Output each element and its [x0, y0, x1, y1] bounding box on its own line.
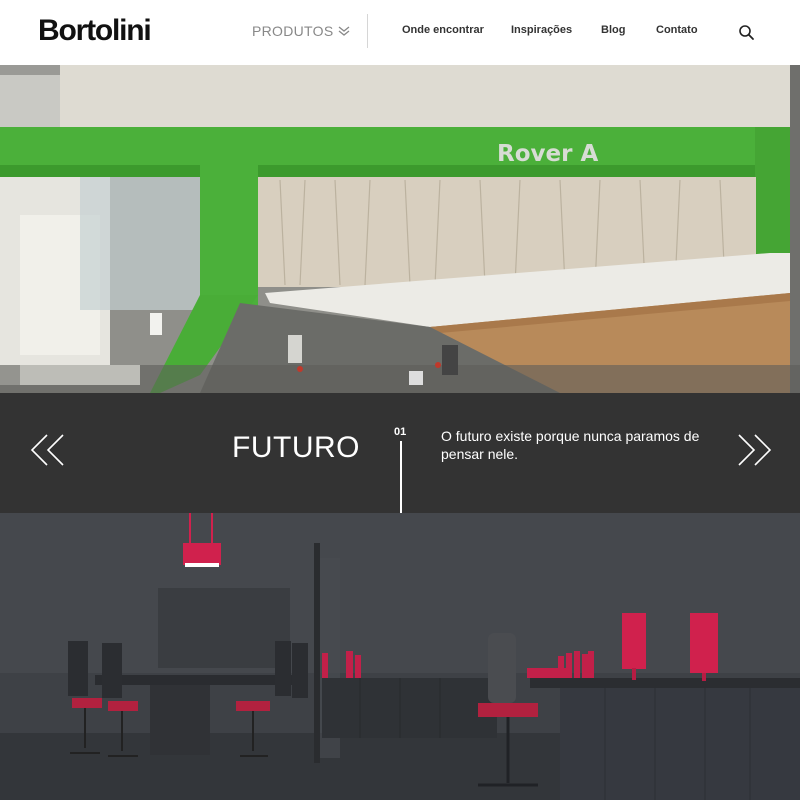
nav-contato[interactable]: Contato — [656, 24, 698, 36]
search-icon — [739, 25, 754, 40]
search-button[interactable] — [738, 24, 755, 41]
office-banner — [0, 513, 800, 800]
machine-label: Rover A — [497, 141, 598, 167]
nav-blog[interactable]: Blog — [601, 24, 625, 36]
slider-next-button[interactable] — [736, 433, 772, 467]
slider-prev-button[interactable] — [30, 433, 66, 467]
nav-inspiracoes[interactable]: Inspirações — [511, 24, 572, 36]
double-chevron-left-icon — [30, 434, 64, 466]
hero-machine-image: Rover A — [0, 65, 800, 393]
nav-onde-encontrar[interactable]: Onde encontrar — [402, 24, 484, 36]
slider-caption-bar: FUTURO 01 O futuro existe porque nunca p… — [0, 393, 800, 513]
logo[interactable]: Bortolini — [38, 14, 152, 48]
nav-divider — [367, 14, 368, 48]
produtos-label: PRODUTOS — [252, 23, 334, 39]
hero-banner: Rover A — [0, 65, 800, 393]
office-scene-image — [0, 513, 800, 800]
double-chevron-right-icon — [738, 434, 772, 466]
slide-title: FUTURO — [232, 431, 360, 464]
produtos-dropdown[interactable]: PRODUTOS — [252, 23, 350, 39]
slide-divider-line — [400, 441, 402, 513]
slide-description: O futuro existe porque nunca paramos de … — [441, 428, 700, 462]
double-chevron-down-icon — [338, 26, 349, 36]
site-header: Bortolini PRODUTOS Onde encontrar Inspir… — [0, 0, 800, 65]
slide-number: 01 — [394, 426, 407, 438]
